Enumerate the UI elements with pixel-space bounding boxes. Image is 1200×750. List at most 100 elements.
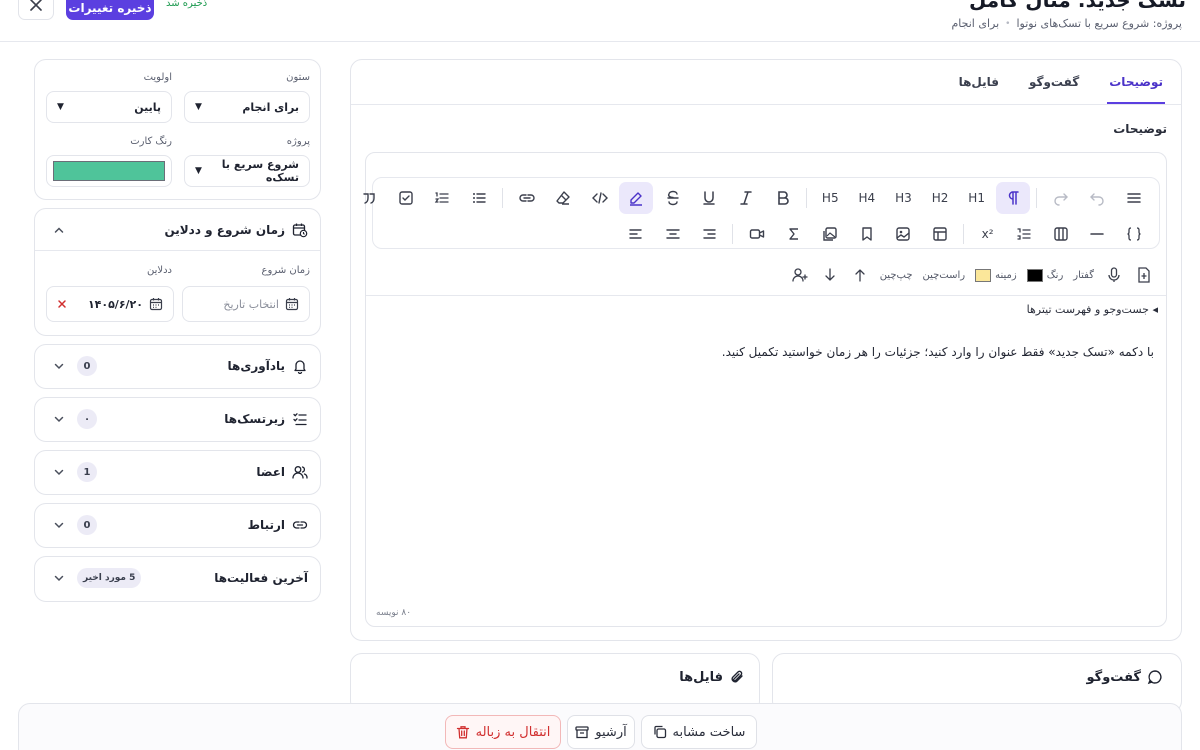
bookmark-icon[interactable]: [850, 218, 884, 250]
reminders-section[interactable]: یادآوری‌ها 0: [34, 344, 321, 389]
reminders-title: یادآوری‌ها: [227, 359, 285, 373]
arrow-up-icon[interactable]: [850, 265, 870, 285]
breadcrumb-column[interactable]: برای انجام: [951, 17, 999, 30]
card-color-picker[interactable]: [46, 155, 172, 187]
start-date-input[interactable]: انتخاب تاریخ: [182, 286, 310, 322]
highlight-icon[interactable]: [619, 182, 654, 214]
undo-icon[interactable]: [1080, 182, 1114, 214]
table-icon[interactable]: [923, 218, 957, 250]
eraser-icon[interactable]: [546, 182, 580, 214]
users-icon: [292, 464, 308, 480]
chevron-up-icon: [53, 224, 65, 236]
menu-icon[interactable]: [1117, 182, 1151, 214]
deadline-label: ددلاین: [146, 265, 172, 276]
align-left-icon[interactable]: [619, 218, 653, 250]
link-icon[interactable]: [510, 182, 544, 214]
horizontal-rule-icon[interactable]: [1080, 218, 1114, 250]
text-color-label: رنگ: [1046, 269, 1064, 281]
duplicate-button[interactable]: ساخت مشابه: [641, 715, 757, 749]
text-color-swatch[interactable]: [1026, 268, 1043, 282]
tab-description[interactable]: توضیحات: [1107, 60, 1165, 104]
video-icon[interactable]: [740, 218, 774, 250]
column-select[interactable]: برای انجام ▼: [184, 91, 310, 123]
ltr-button[interactable]: چپ‌چین: [880, 270, 913, 281]
rtl-button[interactable]: راست‌چین: [923, 270, 966, 281]
project-select-value: شروع سریع با تسک‌ه: [221, 158, 299, 184]
archive-icon: [575, 725, 589, 739]
add-user-icon[interactable]: [790, 265, 810, 285]
heading-1-button[interactable]: H1: [960, 182, 994, 214]
paragraph-icon[interactable]: [996, 182, 1031, 214]
strikethrough-icon[interactable]: [656, 182, 690, 214]
speech-label[interactable]: گفتار: [1073, 270, 1094, 281]
sigma-icon[interactable]: [777, 218, 811, 250]
chevron-down-icon: ▼: [195, 102, 202, 112]
code-block-icon[interactable]: [1117, 218, 1151, 250]
heading-4-button[interactable]: H4: [850, 182, 884, 214]
arrow-down-icon[interactable]: [820, 265, 840, 285]
task-properties-card: ستون اولویت برای انجام ▼ پایین ▼ پروژه ر…: [34, 59, 321, 200]
column-label: ستون: [286, 72, 310, 83]
export-file-icon[interactable]: [1134, 265, 1154, 285]
bullet-list-icon[interactable]: [462, 182, 496, 214]
microphone-icon[interactable]: [1104, 265, 1124, 285]
image-icon[interactable]: [886, 218, 920, 250]
move-to-trash-button[interactable]: انتقال به زباله: [445, 715, 561, 749]
columns-icon[interactable]: [1044, 218, 1078, 250]
reminders-count-badge: 0: [77, 356, 97, 376]
underline-icon[interactable]: [692, 182, 726, 214]
members-section[interactable]: اعضا 1: [34, 450, 321, 495]
deadline-input[interactable]: ۱۴۰۵/۶/۲۰: [46, 286, 174, 322]
align-right-icon[interactable]: [692, 218, 726, 250]
toc-toggle[interactable]: ◂ جست‌وجو و فهرست تیترها: [1027, 303, 1158, 316]
project-label: پروژه: [286, 136, 310, 147]
toc-label: جست‌وجو و فهرست تیترها: [1026, 303, 1149, 316]
tab-chat[interactable]: گفت‌وگو: [1029, 60, 1079, 104]
start-date-placeholder: انتخاب تاریخ: [223, 297, 279, 311]
text-color-control[interactable]: رنگ: [1026, 268, 1064, 282]
breadcrumb-separator: •: [1005, 18, 1011, 29]
chevron-down-icon: [53, 519, 65, 531]
members-header: اعضا 1: [35, 451, 320, 493]
heading-3-button[interactable]: H3: [886, 182, 920, 214]
redo-icon[interactable]: [1044, 182, 1078, 214]
caret-left-icon: ◂: [1152, 303, 1158, 316]
trash-icon: [456, 725, 470, 739]
italic-icon[interactable]: [729, 182, 763, 214]
dates-header[interactable]: زمان شروع و ددلاین: [35, 209, 320, 251]
bold-icon[interactable]: [766, 182, 800, 214]
heading-2-button[interactable]: H2: [923, 182, 957, 214]
breadcrumb: پروژه: شروع سریع با تسک‌های نوتوا • برای…: [951, 17, 1182, 30]
priority-select[interactable]: پایین ▼: [46, 91, 172, 123]
superscript-button[interactable]: x²: [971, 218, 1005, 250]
recent-activity-section[interactable]: آخرین فعالیت‌ها 5 مورد اخیر: [34, 556, 321, 602]
gallery-icon[interactable]: [813, 218, 847, 250]
project-select[interactable]: شروع سریع با تسک‌ه ▼: [184, 155, 310, 187]
toolbar-separator: [501, 188, 503, 208]
background-color-control[interactable]: زمینه: [975, 268, 1017, 282]
clear-deadline-icon[interactable]: [57, 299, 67, 309]
archive-button[interactable]: آرشیو: [567, 715, 635, 749]
quote-icon[interactable]: [352, 182, 386, 214]
close-button[interactable]: [18, 0, 54, 20]
tab-files[interactable]: فایل‌ها: [959, 60, 999, 104]
relations-section[interactable]: ارتباط 0: [34, 503, 321, 548]
priority-select-value: پایین: [134, 100, 161, 114]
save-changes-button[interactable]: ذخیره تغییرات: [66, 0, 154, 20]
subtasks-section[interactable]: زیرتسک‌ها ۰: [34, 397, 321, 442]
dates-card: زمان شروع و ددلاین زمان شروع ددلاین انتخ…: [34, 208, 321, 336]
code-icon[interactable]: [583, 182, 617, 214]
toolbar-separator: [732, 224, 734, 244]
subtasks-title: زیرتسک‌ها: [224, 412, 285, 426]
background-color-swatch[interactable]: [975, 268, 992, 282]
page-title: تسک جدید: مثال کامل: [968, 0, 1186, 12]
heading-5-button[interactable]: H5: [813, 182, 847, 214]
close-icon: [29, 0, 43, 12]
editor-content[interactable]: با دکمه «تسک جدید» فقط عنوان را وارد کنی…: [722, 345, 1154, 359]
ordered-list-icon[interactable]: [425, 182, 459, 214]
tab-bar: توضیحات گفت‌وگو فایل‌ها: [959, 60, 1165, 104]
numbered-steps-icon[interactable]: [1007, 218, 1041, 250]
align-center-icon[interactable]: [656, 218, 690, 250]
checklist-icon[interactable]: [389, 182, 423, 214]
breadcrumb-project[interactable]: پروژه: شروع سریع با تسک‌های نوتوا: [1016, 17, 1182, 30]
